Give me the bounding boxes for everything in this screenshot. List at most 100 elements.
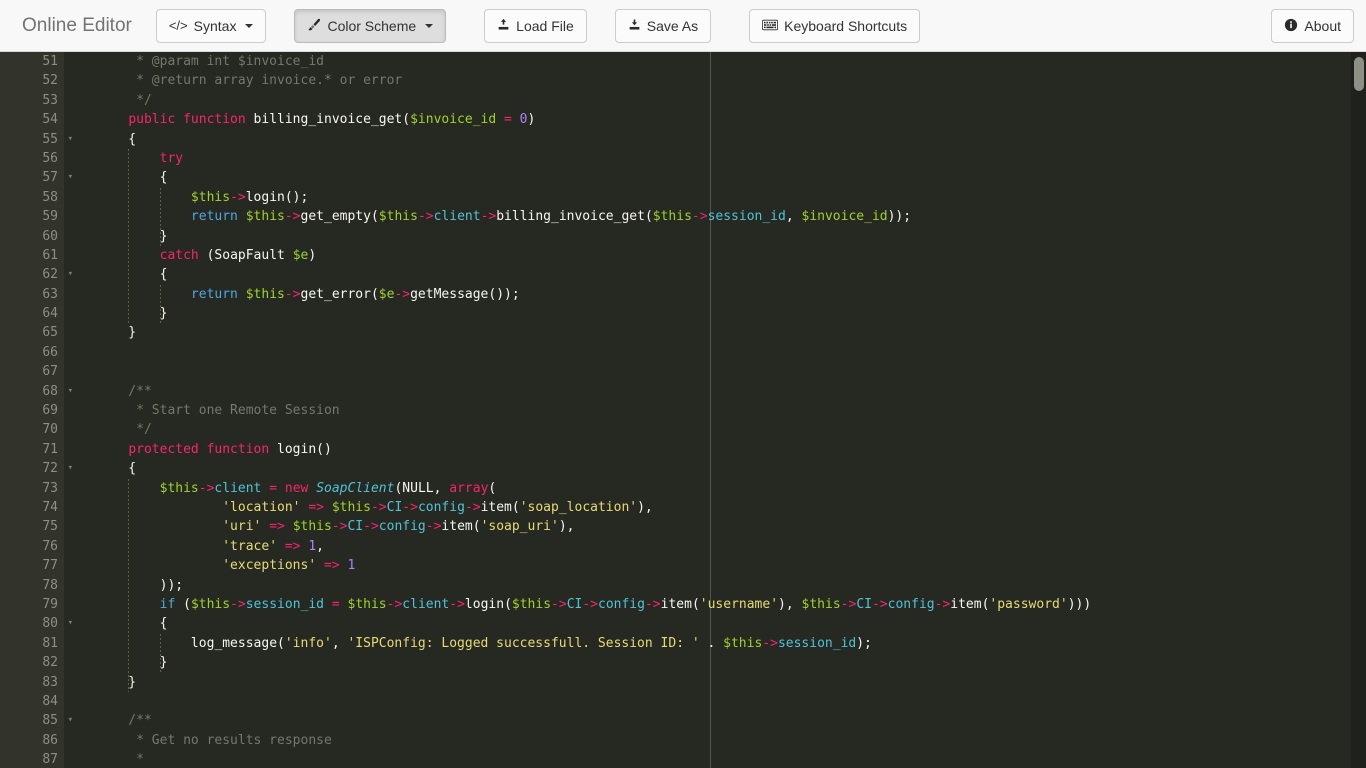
code-token: =>	[308, 499, 324, 515]
line-number[interactable]: 52	[0, 71, 64, 90]
code-line[interactable]: */	[97, 91, 1366, 110]
code-token: )))	[1067, 596, 1092, 612]
code-line[interactable]: $this->client = new SoapClient (NULL, arr…	[97, 479, 1366, 498]
line-number-label: 55	[42, 131, 58, 147]
code-line[interactable]: }	[97, 323, 1366, 342]
code-token: ->	[840, 596, 857, 612]
color-scheme-button[interactable]: Color Scheme	[294, 8, 447, 43]
code-line[interactable]: protected function login()	[97, 440, 1366, 459]
line-number[interactable]: 65	[0, 323, 64, 342]
line-number[interactable]: 59	[0, 207, 64, 226]
line-number[interactable]: 76	[0, 537, 64, 556]
line-number[interactable]: 55 ▾	[0, 130, 73, 149]
code-line[interactable]: /**	[97, 382, 1366, 401]
code-line[interactable]: * Get no results response	[97, 731, 1366, 750]
line-number[interactable]: 66	[0, 343, 64, 362]
line-number[interactable]: 77	[0, 556, 64, 575]
code-line[interactable]: }	[97, 227, 1366, 246]
line-number[interactable]: 68 ▾	[0, 382, 73, 401]
line-number[interactable]: 82	[0, 653, 64, 672]
code-line[interactable]: *	[97, 750, 1366, 768]
line-number[interactable]: 63	[0, 285, 64, 304]
save-as-button[interactable]: Save As	[614, 8, 712, 43]
code-line[interactable]: /**	[97, 711, 1366, 730]
vertical-scrollbar-thumb[interactable]	[1354, 57, 1364, 91]
line-number[interactable]: 74	[0, 498, 64, 517]
code-line[interactable]: return $this->get_error($e->getMessage()…	[97, 285, 1366, 304]
code-token: $this	[347, 596, 387, 612]
line-number[interactable]: 70	[0, 420, 64, 439]
line-number[interactable]: 67	[0, 362, 64, 381]
code-line[interactable]: }	[97, 673, 1366, 692]
code-token: /**	[97, 713, 152, 729]
code-line[interactable]: {	[97, 614, 1366, 633]
line-number[interactable]: 51	[0, 52, 64, 71]
code-line[interactable]: * @return array invoice.* or error	[97, 71, 1366, 90]
code-line[interactable]: log_message('info', 'ISPConfig: Logged s…	[97, 634, 1366, 653]
line-number[interactable]: 64	[0, 304, 64, 323]
line-number[interactable]: 58	[0, 188, 64, 207]
line-number[interactable]: 78	[0, 576, 64, 595]
line-number[interactable]: 84	[0, 692, 64, 711]
line-number[interactable]: 56	[0, 149, 64, 168]
line-number[interactable]: 73	[0, 479, 64, 498]
code-line[interactable]: try	[97, 149, 1366, 168]
code-line[interactable]: */	[97, 420, 1366, 439]
line-number-label: 74	[42, 499, 58, 515]
code-line[interactable]: }	[97, 653, 1366, 672]
line-number[interactable]: 86	[0, 731, 64, 750]
code-editor[interactable]: 51 52 53 54 55 ▾ 56 57 ▾ 58 59 60 61 62 ▾ 63 64 65 66 67 68 ▾…	[0, 52, 1366, 768]
line-number[interactable]: 60	[0, 227, 64, 246]
code-line[interactable]: 'uri' => $this->CI->config->item('soap_u…	[97, 517, 1366, 536]
code-line[interactable]: 'location' => $this->CI->config->item('s…	[97, 498, 1366, 517]
code-line[interactable]: 'trace' => 1,	[97, 537, 1366, 556]
line-number[interactable]: 62 ▾	[0, 265, 73, 284]
line-number-gutter[interactable]: 51 52 53 54 55 ▾ 56 57 ▾ 58 59 60 61 62 ▾ 63 64 65 66 67 68 ▾…	[0, 52, 73, 768]
code-line[interactable]: 'exceptions' => 1	[97, 556, 1366, 575]
line-number[interactable]: 75	[0, 517, 64, 536]
line-number[interactable]: 61	[0, 246, 64, 265]
syntax-button[interactable]: </> Syntax	[155, 8, 267, 43]
line-number[interactable]: 57 ▾	[0, 168, 73, 187]
code-line[interactable]: if ($this->session_id = $this->client->l…	[97, 595, 1366, 614]
code-line[interactable]: {	[97, 168, 1366, 187]
line-number[interactable]: 83	[0, 673, 64, 692]
line-number[interactable]: 53	[0, 91, 64, 110]
code-line[interactable]: public function billing_invoice_get($inv…	[97, 110, 1366, 129]
code-line[interactable]: }	[97, 304, 1366, 323]
code-line[interactable]: return $this->get_empty($this->client->b…	[97, 207, 1366, 226]
code-line[interactable]: {	[97, 459, 1366, 478]
line-number[interactable]: 54	[0, 110, 64, 129]
code-line[interactable]: {	[97, 265, 1366, 284]
code-line[interactable]: ));	[97, 576, 1366, 595]
line-number-label: 57	[42, 170, 58, 186]
code-line[interactable]: catch (SoapFault $e)	[97, 246, 1366, 265]
code-token: ->	[762, 635, 778, 651]
load-file-button[interactable]: Load File	[484, 8, 587, 43]
code-line[interactable]: {	[97, 130, 1366, 149]
code-line[interactable]	[97, 362, 1366, 381]
code-line[interactable]	[97, 343, 1366, 362]
vertical-scrollbar[interactable]	[1351, 52, 1366, 768]
keyboard-shortcuts-button[interactable]: Keyboard Shortcuts	[749, 8, 921, 43]
line-number[interactable]: 69	[0, 401, 64, 420]
about-button[interactable]: About	[1271, 9, 1354, 43]
code-token: ->	[934, 596, 951, 612]
line-number[interactable]: 87	[0, 750, 64, 768]
code-token: (	[504, 596, 512, 612]
line-number[interactable]: 79	[0, 595, 64, 614]
code-line[interactable]: $this->login();	[97, 188, 1366, 207]
line-number[interactable]: 81	[0, 634, 64, 653]
code-line[interactable]: * @param int $invoice_id	[97, 52, 1366, 71]
code-token: (	[488, 480, 497, 496]
code-content[interactable]: * @param int $invoice_id * @return array…	[64, 52, 1366, 768]
code-token: ->	[198, 480, 215, 496]
line-number[interactable]: 80 ▾	[0, 614, 73, 633]
line-number[interactable]: 72 ▾	[0, 459, 73, 478]
line-number[interactable]: 71	[0, 440, 64, 459]
code-line[interactable]: * Start one Remote Session	[97, 401, 1366, 420]
code-line[interactable]	[97, 692, 1366, 711]
line-number[interactable]: 85 ▾	[0, 711, 73, 730]
